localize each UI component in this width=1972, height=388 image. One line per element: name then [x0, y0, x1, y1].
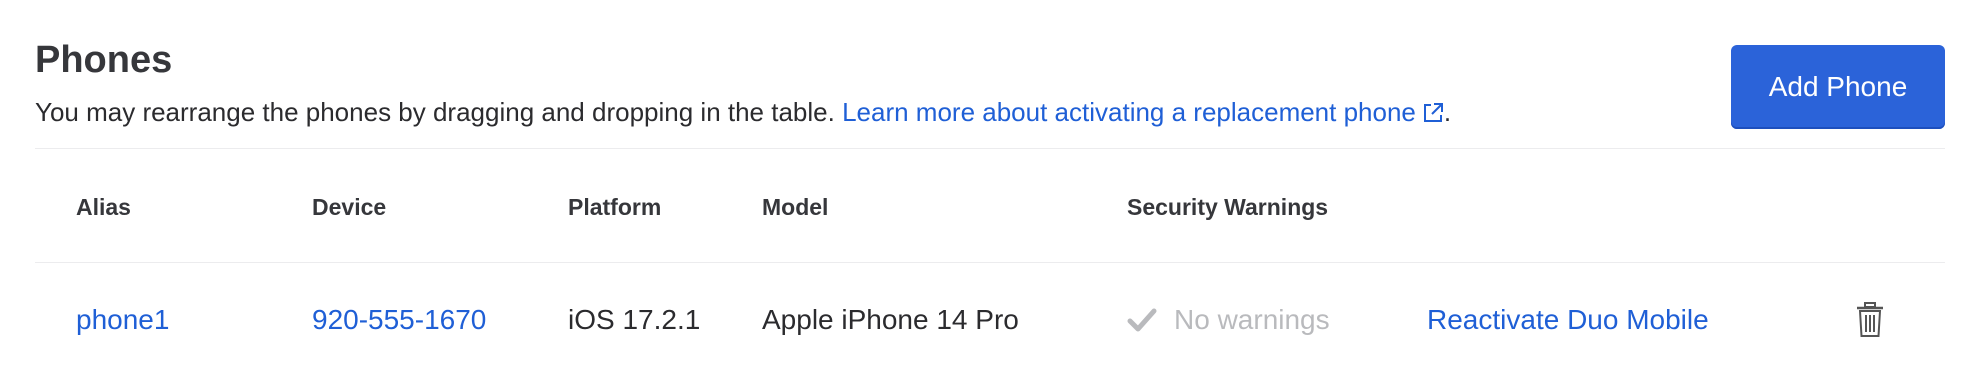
description-text: You may rearrange the phones by dragging…: [35, 97, 835, 127]
device-link[interactable]: 920-555-1670: [312, 302, 486, 338]
trailing-period: .: [1443, 97, 1452, 127]
column-header-platform: Platform: [568, 194, 662, 220]
checkmark-icon: [1127, 307, 1157, 333]
add-phone-button[interactable]: Add Phone: [1731, 45, 1945, 129]
learn-more-link[interactable]: Learn more about activating a replacemen…: [842, 97, 1444, 127]
trash-icon[interactable]: [1855, 302, 1885, 338]
column-header-security-warnings: Security Warnings: [1127, 194, 1329, 220]
column-header-model: Model: [762, 194, 829, 220]
learn-more-link-label: Learn more about activating a replacemen…: [842, 97, 1416, 127]
security-warning-value: No warnings: [1174, 304, 1330, 335]
section-description: You may rearrange the phones by dragging…: [35, 94, 1451, 133]
model-value: Apple iPhone 14 Pro: [762, 304, 1019, 335]
external-link-icon: [1422, 97, 1444, 133]
column-header-alias: Alias: [76, 194, 131, 220]
phones-section-header: Phones You may rearrange the phones by d…: [35, 36, 1945, 148]
header-divider: [35, 148, 1945, 149]
table-header-divider: [35, 262, 1945, 263]
alias-link[interactable]: phone1: [76, 302, 169, 338]
column-header-device: Device: [312, 194, 387, 220]
platform-value: iOS 17.2.1: [568, 304, 701, 335]
reactivate-duo-mobile-link[interactable]: Reactivate Duo Mobile: [1427, 302, 1709, 338]
phones-page: Phones You may rearrange the phones by d…: [0, 0, 1972, 388]
page-title: Phones: [35, 39, 173, 81]
